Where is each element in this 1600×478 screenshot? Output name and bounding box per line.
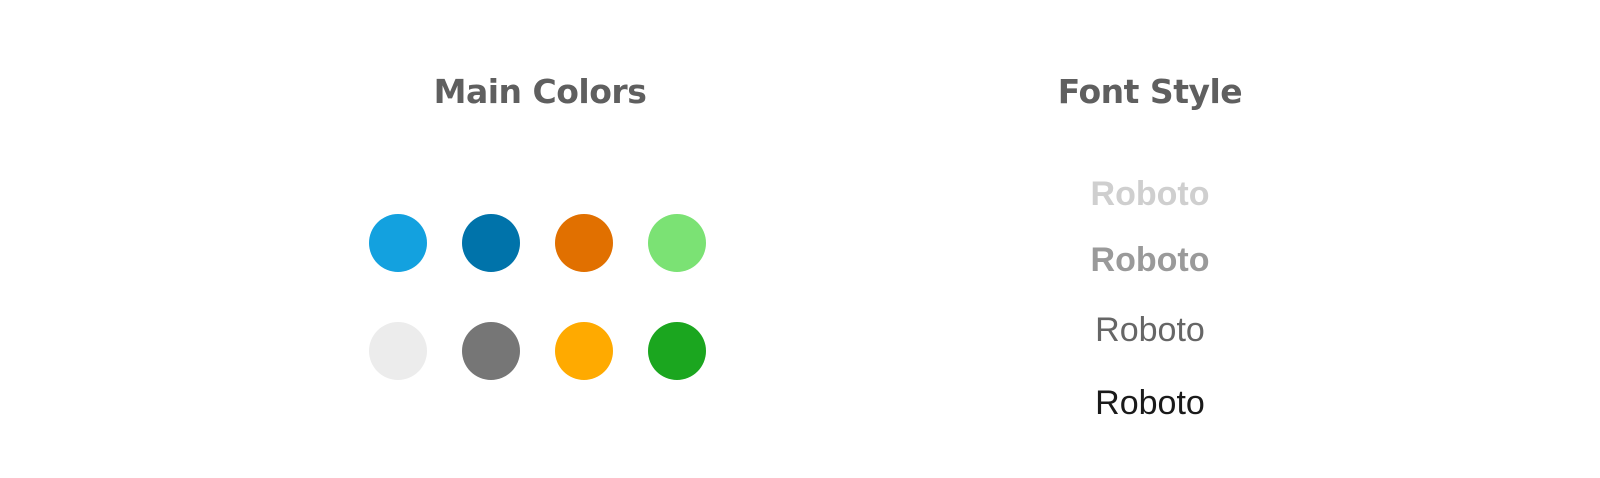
- font-sample-list: Roboto Roboto Roboto Roboto: [1000, 172, 1300, 423]
- font-sample-light-dark: Roboto: [1095, 384, 1205, 422]
- color-swatch-dark-blue: [462, 214, 520, 272]
- color-swatch-light-green: [648, 214, 706, 272]
- color-swatch-light-gray: [369, 322, 427, 380]
- color-swatch-gray: [462, 322, 520, 380]
- color-swatch-grid: [369, 214, 706, 380]
- font-sample-bold-lightest: Roboto: [1090, 175, 1210, 213]
- color-swatch-orange: [555, 214, 613, 272]
- font-sample-bold-light: Roboto: [1090, 241, 1210, 279]
- color-swatch-green: [648, 322, 706, 380]
- color-swatch-light-blue: [369, 214, 427, 272]
- color-swatch-amber: [555, 322, 613, 380]
- font-sample-regular: Roboto: [1095, 311, 1205, 349]
- main-colors-title: Main Colors: [433, 72, 647, 111]
- font-style-title: Font Style: [1057, 72, 1243, 111]
